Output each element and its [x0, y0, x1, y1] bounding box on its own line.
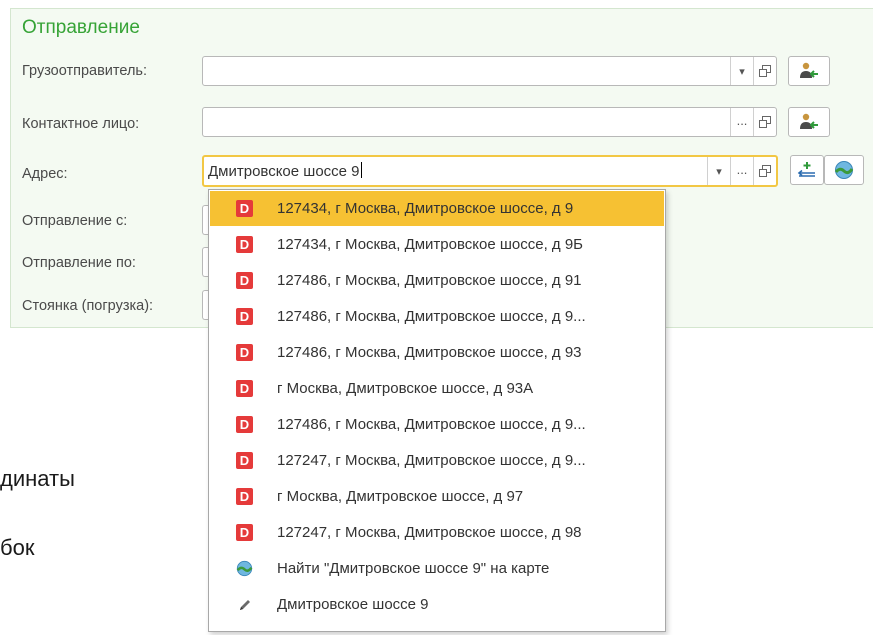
map-globe-icon [236, 560, 253, 577]
address-input[interactable]: Дмитровское шоссе 9 ▾ ... [202, 155, 778, 187]
shipment-from-label: Отправление с: [22, 213, 128, 229]
manual-entry-item[interactable]: Дмитровское шоссе 9 [210, 587, 664, 622]
suggestion-item[interactable]: D г Москва, Дмитровское шоссе, д 93А [210, 371, 664, 406]
d-badge-icon: D [236, 380, 253, 397]
address-label: Адрес: [22, 166, 68, 182]
open-window-icon [759, 116, 771, 128]
d-badge-icon: D [236, 344, 253, 361]
open-window-icon [759, 65, 771, 77]
parking-label: Стоянка (погрузка): [22, 298, 154, 314]
find-on-map-item[interactable]: Найти "Дмитровское шоссе 9" на карте [210, 551, 664, 586]
suggestion-item[interactable]: D 127486, г Москва, Дмитровское шоссе, д… [210, 407, 664, 442]
address-input-value: Дмитровское шоссе 9 [208, 163, 360, 180]
d-badge-icon: D [236, 236, 253, 253]
suggestion-item[interactable]: D 127486, г Москва, Дмитровское шоссе, д… [210, 263, 664, 298]
suggestion-text: 127247, г Москва, Дмитровское шоссе, д 9… [277, 452, 586, 469]
address-map-button[interactable] [824, 155, 864, 185]
shipper-dropdown-button[interactable]: ▾ [730, 57, 753, 85]
background-text-fragment: бок [0, 535, 35, 560]
add-arrow-icon [797, 162, 815, 177]
suggestion-text: 127486, г Москва, Дмитровское шоссе, д 9… [277, 416, 586, 433]
text-caret [360, 162, 362, 178]
contact-open-button[interactable] [753, 108, 776, 136]
shipment-to-label: Отправление по: [22, 255, 136, 271]
suggestion-item[interactable]: D 127247, г Москва, Дмитровское шоссе, д… [210, 443, 664, 478]
d-badge-icon: D [236, 452, 253, 469]
suggestion-text: 127486, г Москва, Дмитровское шоссе, д 9… [277, 308, 586, 325]
chevron-down-icon: ▾ [739, 65, 745, 78]
chevron-down-icon: ▾ [716, 165, 722, 178]
d-badge-icon: D [236, 524, 253, 541]
address-input-text-wrap: Дмитровское шоссе 9 [208, 162, 362, 180]
ellipsis-icon: ... [736, 112, 748, 128]
suggestion-text: 127486, г Москва, Дмитровское шоссе, д 9… [277, 272, 582, 289]
suggestion-item[interactable]: D г Москва, Дмитровское шоссе, д 97 [210, 479, 664, 514]
contact-pick-person-button[interactable] [788, 107, 830, 137]
address-select-button[interactable]: ... [730, 157, 753, 185]
address-suggestions-dropdown: D 127434, г Москва, Дмитровское шоссе, д… [208, 189, 666, 632]
suggestion-text: 127434, г Москва, Дмитровское шоссе, д 9 [277, 200, 574, 217]
shipper-open-button[interactable] [753, 57, 776, 85]
address-add-button[interactable] [790, 155, 824, 185]
suggestion-item[interactable]: D 127486, г Москва, Дмитровское шоссе, д… [210, 335, 664, 370]
contact-field[interactable]: ... [202, 107, 777, 137]
d-badge-icon: D [236, 488, 253, 505]
suggestion-text: 127434, г Москва, Дмитровское шоссе, д 9… [277, 236, 584, 253]
suggestion-item[interactable]: D 127434, г Москва, Дмитровское шоссе, д… [210, 227, 664, 262]
shipper-field[interactable]: ▾ [202, 56, 777, 86]
person-add-icon [800, 113, 818, 129]
background-text-coordinates: динаты [0, 466, 75, 491]
section-title: Отправление [22, 17, 140, 38]
suggestion-text: 127486, г Москва, Дмитровское шоссе, д 9… [277, 344, 582, 361]
suggestion-item[interactable]: D 127247, г Москва, Дмитровское шоссе, д… [210, 515, 664, 550]
address-dropdown-button[interactable]: ▾ [707, 157, 730, 185]
map-globe-icon [834, 161, 854, 179]
d-badge-icon: D [236, 308, 253, 325]
ellipsis-icon: ... [736, 161, 748, 177]
shipper-label: Грузоотправитель: [22, 63, 148, 79]
pencil-icon [236, 596, 253, 613]
open-window-icon [759, 165, 771, 177]
suggestion-item[interactable]: D 127486, г Москва, Дмитровское шоссе, д… [210, 299, 664, 334]
suggestion-text: г Москва, Дмитровское шоссе, д 93А [277, 380, 534, 397]
shipper-pick-person-button[interactable] [788, 56, 830, 86]
contact-label: Контактное лицо: [22, 116, 140, 132]
suggestion-text: г Москва, Дмитровское шоссе, д 97 [277, 488, 524, 505]
d-badge-icon: D [236, 416, 253, 433]
suggestion-text: 127247, г Москва, Дмитровское шоссе, д 9… [277, 524, 582, 541]
suggestion-text: Дмитровское шоссе 9 [277, 596, 429, 613]
address-open-button[interactable] [753, 157, 776, 185]
contact-select-button[interactable]: ... [730, 108, 753, 136]
d-badge-icon: D [236, 200, 253, 217]
suggestion-item[interactable]: D 127434, г Москва, Дмитровское шоссе, д… [210, 191, 664, 226]
suggestion-text: Найти "Дмитровское шоссе 9" на карте [277, 560, 550, 577]
d-badge-icon: D [236, 272, 253, 289]
person-add-icon [800, 62, 818, 78]
